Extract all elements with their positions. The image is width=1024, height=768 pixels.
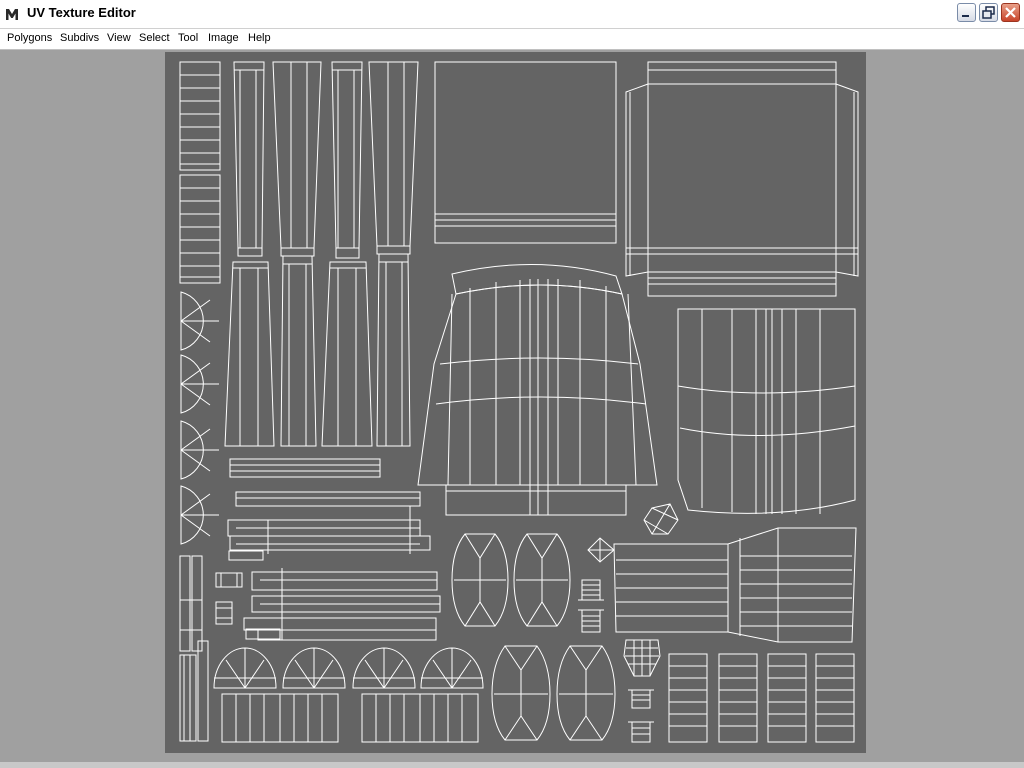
menu-select[interactable]: Select xyxy=(139,32,170,44)
uv-texture-canvas[interactable] xyxy=(165,52,866,753)
menu-view[interactable]: View xyxy=(107,32,131,44)
title-bar: UV Texture Editor xyxy=(0,0,1024,29)
window-title: UV Texture Editor xyxy=(27,5,136,20)
minimize-button[interactable] xyxy=(957,3,976,22)
menu-polygons[interactable]: Polygons xyxy=(7,32,52,44)
close-icon xyxy=(1005,7,1016,18)
menu-image[interactable]: Image xyxy=(208,32,239,44)
restore-icon xyxy=(982,6,995,19)
uv-tile-background xyxy=(165,52,866,753)
window-bottom-border xyxy=(0,762,1024,768)
close-button[interactable] xyxy=(1001,3,1020,22)
minimize-icon xyxy=(962,15,969,17)
restore-button[interactable] xyxy=(979,3,998,22)
maya-app-icon[interactable] xyxy=(4,6,20,22)
uv-wireframe-svg[interactable] xyxy=(165,52,866,753)
menu-subdivs[interactable]: Subdivs xyxy=(60,32,99,44)
menu-help[interactable]: Help xyxy=(248,32,271,44)
menu-tool[interactable]: Tool xyxy=(178,32,198,44)
menu-bar: Polygons Subdivs View Select Tool Image … xyxy=(0,29,1024,50)
